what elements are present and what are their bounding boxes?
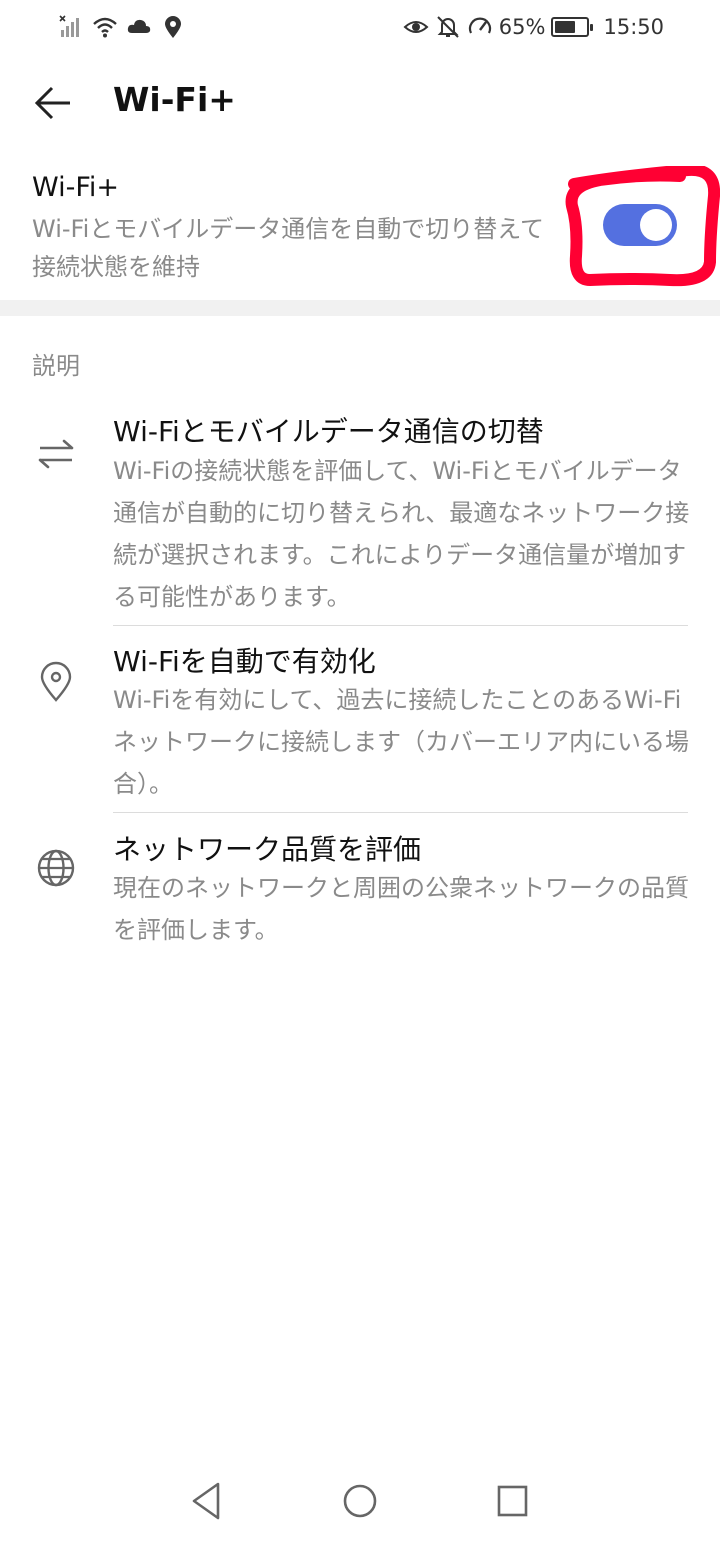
home-circle-icon[interactable] — [335, 1476, 385, 1526]
battery-percent: 65% — [498, 15, 546, 39]
back-triangle-icon[interactable] — [182, 1476, 232, 1526]
toggle-knob — [640, 209, 672, 241]
wifi-plus-toggle[interactable] — [603, 204, 677, 246]
bell-off-icon — [437, 16, 459, 38]
setting-title: Wi-Fi+ — [32, 172, 120, 203]
cloud-icon — [127, 19, 151, 33]
eye-icon — [403, 21, 429, 33]
page-title: Wi-Fi+ — [113, 80, 236, 119]
signal-icon — [59, 15, 79, 37]
section-header: 説明 — [32, 352, 80, 380]
navigation-bar — [0, 1460, 720, 1540]
clock: 15:50 — [603, 15, 664, 39]
info-title: Wi-Fiを自動で有効化 — [113, 645, 376, 678]
wifi-plus-setting-row[interactable]: Wi-Fi+ Wi-Fiとモバイルデータ通信を自動で切り替えて接続状態を維持 — [0, 162, 720, 298]
location-icon — [165, 16, 181, 38]
status-icons-right: 65% 15:50 — [403, 14, 664, 40]
section-divider — [0, 300, 720, 316]
app-bar: Wi-Fi+ — [0, 66, 720, 138]
swap-arrows-icon — [38, 439, 74, 469]
recents-square-icon[interactable] — [487, 1476, 537, 1526]
item-divider — [113, 625, 688, 626]
wifi-icon — [93, 17, 117, 38]
setting-description: Wi-Fiとモバイルデータ通信を自動で切り替えて接続状態を維持 — [32, 215, 545, 281]
info-description: Wi-Fiを有効にして、過去に接続したことのあるWi-Fiネットワークに接続しま… — [113, 686, 689, 798]
back-button[interactable] — [28, 78, 78, 128]
info-description: 現在のネットワークと周囲の公衆ネットワークの品質を評価します。 — [113, 874, 689, 944]
battery-fill — [555, 21, 576, 33]
globe-icon — [37, 849, 75, 887]
item-divider — [113, 812, 688, 813]
info-description: Wi-Fiの接続状態を評価して、Wi-Fiとモバイルデータ通信が自動的に切り替え… — [113, 457, 690, 611]
info-title: ネットワーク品質を評価 — [113, 833, 422, 866]
info-title: Wi-Fiとモバイルデータ通信の切替 — [113, 415, 544, 448]
status-bar: 65% 15:50 — [0, 0, 720, 56]
location-pin-icon — [40, 661, 72, 702]
status-icons-left — [58, 14, 186, 40]
speed-icon — [468, 17, 491, 34]
battery-icon — [551, 17, 594, 37]
